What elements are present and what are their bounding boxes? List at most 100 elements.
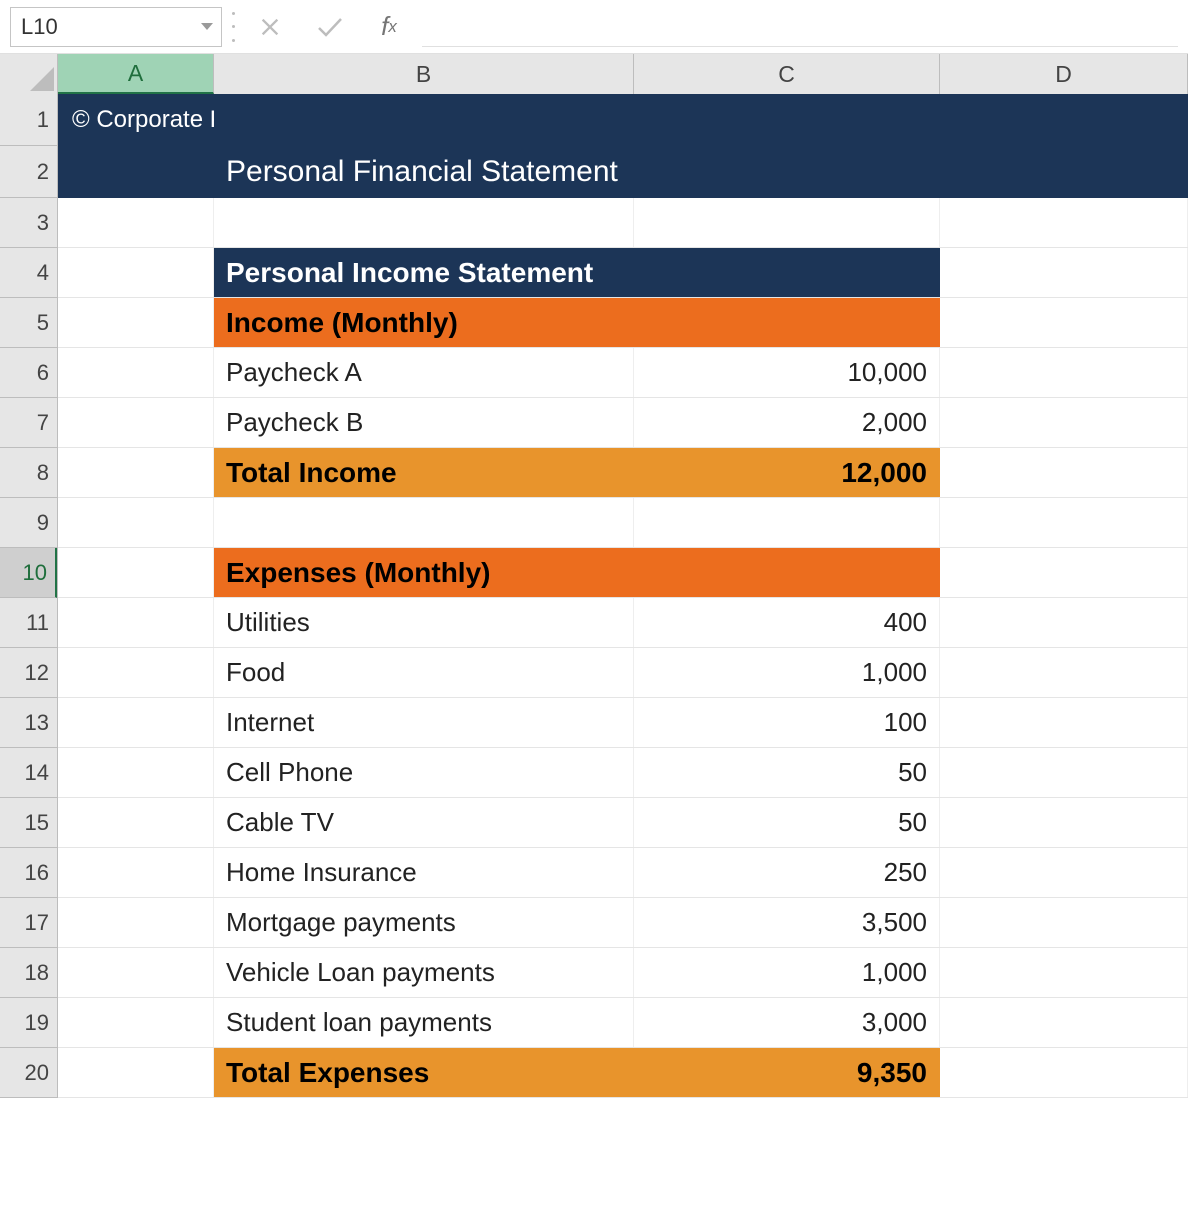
col-header-C[interactable]: C xyxy=(634,54,940,94)
cell-C3[interactable] xyxy=(634,198,940,247)
cell-A20[interactable] xyxy=(58,1048,214,1097)
cell-B9[interactable] xyxy=(214,498,634,547)
cell-C12[interactable]: 1,000 xyxy=(634,648,940,697)
cell-C1[interactable] xyxy=(634,94,940,145)
cell-A3[interactable] xyxy=(58,198,214,247)
cell-C8[interactable]: 12,000 xyxy=(634,448,940,497)
cell-D14[interactable] xyxy=(940,748,1188,797)
cell-D16[interactable] xyxy=(940,848,1188,897)
cell-C18[interactable]: 1,000 xyxy=(634,948,940,997)
cell-D11[interactable] xyxy=(940,598,1188,647)
cell-B4[interactable]: Personal Income Statement xyxy=(214,248,634,297)
cell-D7[interactable] xyxy=(940,398,1188,447)
cell-A1[interactable]: © Corporate Finance Institute®. All righ… xyxy=(58,94,214,145)
cell-B1[interactable] xyxy=(214,94,634,145)
cell-B15[interactable]: Cable TV xyxy=(214,798,634,847)
formula-input[interactable] xyxy=(422,7,1178,47)
cell-B8[interactable]: Total Income xyxy=(214,448,634,497)
cell-B5[interactable]: Income (Monthly) xyxy=(214,298,634,347)
cell-D12[interactable] xyxy=(940,648,1188,697)
cell-C9[interactable] xyxy=(634,498,940,547)
cell-A7[interactable] xyxy=(58,398,214,447)
cell-A15[interactable] xyxy=(58,798,214,847)
row-header-10[interactable]: 10 xyxy=(0,548,57,598)
cell-B16[interactable]: Home Insurance xyxy=(214,848,634,897)
cell-D17[interactable] xyxy=(940,898,1188,947)
cell-C16[interactable]: 250 xyxy=(634,848,940,897)
cell-D15[interactable] xyxy=(940,798,1188,847)
cell-A8[interactable] xyxy=(58,448,214,497)
cell-D9[interactable] xyxy=(940,498,1188,547)
cell-A18[interactable] xyxy=(58,948,214,997)
cell-C15[interactable]: 50 xyxy=(634,798,940,847)
cell-A19[interactable] xyxy=(58,998,214,1047)
cell-D20[interactable] xyxy=(940,1048,1188,1097)
row-header-12[interactable]: 12 xyxy=(0,648,57,698)
cell-C20[interactable]: 9,350 xyxy=(634,1048,940,1097)
cell-B2[interactable]: Personal Financial Statement xyxy=(214,146,634,197)
cell-B7[interactable]: Paycheck B xyxy=(214,398,634,447)
row-header-3[interactable]: 3 xyxy=(0,198,57,248)
cancel-button[interactable] xyxy=(244,7,296,47)
row-header-11[interactable]: 11 xyxy=(0,598,57,648)
row-header-5[interactable]: 5 xyxy=(0,298,57,348)
cell-C14[interactable]: 50 xyxy=(634,748,940,797)
row-header-18[interactable]: 18 xyxy=(0,948,57,998)
cell-D1[interactable] xyxy=(940,94,1188,145)
cell-A6[interactable] xyxy=(58,348,214,397)
cell-A5[interactable] xyxy=(58,298,214,347)
cell-A16[interactable] xyxy=(58,848,214,897)
cell-C19[interactable]: 3,000 xyxy=(634,998,940,1047)
cell-D19[interactable] xyxy=(940,998,1188,1047)
row-header-13[interactable]: 13 xyxy=(0,698,57,748)
cell-B13[interactable]: Internet xyxy=(214,698,634,747)
cell-A11[interactable] xyxy=(58,598,214,647)
cell-B18[interactable]: Vehicle Loan payments xyxy=(214,948,634,997)
cell-C17[interactable]: 3,500 xyxy=(634,898,940,947)
cell-D10[interactable] xyxy=(940,548,1188,597)
row-header-2[interactable]: 2 xyxy=(0,146,57,198)
name-box-dropdown-icon[interactable] xyxy=(201,23,213,30)
cell-D4[interactable] xyxy=(940,248,1188,297)
cell-D8[interactable] xyxy=(940,448,1188,497)
cell-C6[interactable]: 10,000 xyxy=(634,348,940,397)
cell-B11[interactable]: Utilities xyxy=(214,598,634,647)
fx-button[interactable]: fx xyxy=(364,11,414,42)
cell-C11[interactable]: 400 xyxy=(634,598,940,647)
cell-C2[interactable] xyxy=(634,146,940,197)
cell-B17[interactable]: Mortgage payments xyxy=(214,898,634,947)
row-header-16[interactable]: 16 xyxy=(0,848,57,898)
select-all-corner[interactable] xyxy=(0,54,58,94)
cell-A2[interactable] xyxy=(58,146,214,197)
cell-B3[interactable] xyxy=(214,198,634,247)
cell-A17[interactable] xyxy=(58,898,214,947)
cell-D3[interactable] xyxy=(940,198,1188,247)
cell-B14[interactable]: Cell Phone xyxy=(214,748,634,797)
row-header-8[interactable]: 8 xyxy=(0,448,57,498)
cell-B20[interactable]: Total Expenses xyxy=(214,1048,634,1097)
row-header-6[interactable]: 6 xyxy=(0,348,57,398)
cell-C4[interactable] xyxy=(634,248,940,297)
cell-D5[interactable] xyxy=(940,298,1188,347)
row-header-19[interactable]: 19 xyxy=(0,998,57,1048)
row-header-20[interactable]: 20 xyxy=(0,1048,57,1098)
col-header-A[interactable]: A xyxy=(58,54,214,94)
row-header-1[interactable]: 1 xyxy=(0,94,57,146)
cell-B10[interactable]: Expenses (Monthly) xyxy=(214,548,634,597)
cell-B12[interactable]: Food xyxy=(214,648,634,697)
col-header-B[interactable]: B xyxy=(214,54,634,94)
cell-A9[interactable] xyxy=(58,498,214,547)
cell-B19[interactable]: Student loan payments xyxy=(214,998,634,1047)
row-header-9[interactable]: 9 xyxy=(0,498,57,548)
cell-D13[interactable] xyxy=(940,698,1188,747)
row-header-17[interactable]: 17 xyxy=(0,898,57,948)
row-header-15[interactable]: 15 xyxy=(0,798,57,848)
cell-D6[interactable] xyxy=(940,348,1188,397)
cell-D18[interactable] xyxy=(940,948,1188,997)
row-header-14[interactable]: 14 xyxy=(0,748,57,798)
cell-D2[interactable] xyxy=(940,146,1188,197)
cell-A12[interactable] xyxy=(58,648,214,697)
cell-A10[interactable] xyxy=(58,548,214,597)
cell-B6[interactable]: Paycheck A xyxy=(214,348,634,397)
row-header-7[interactable]: 7 xyxy=(0,398,57,448)
